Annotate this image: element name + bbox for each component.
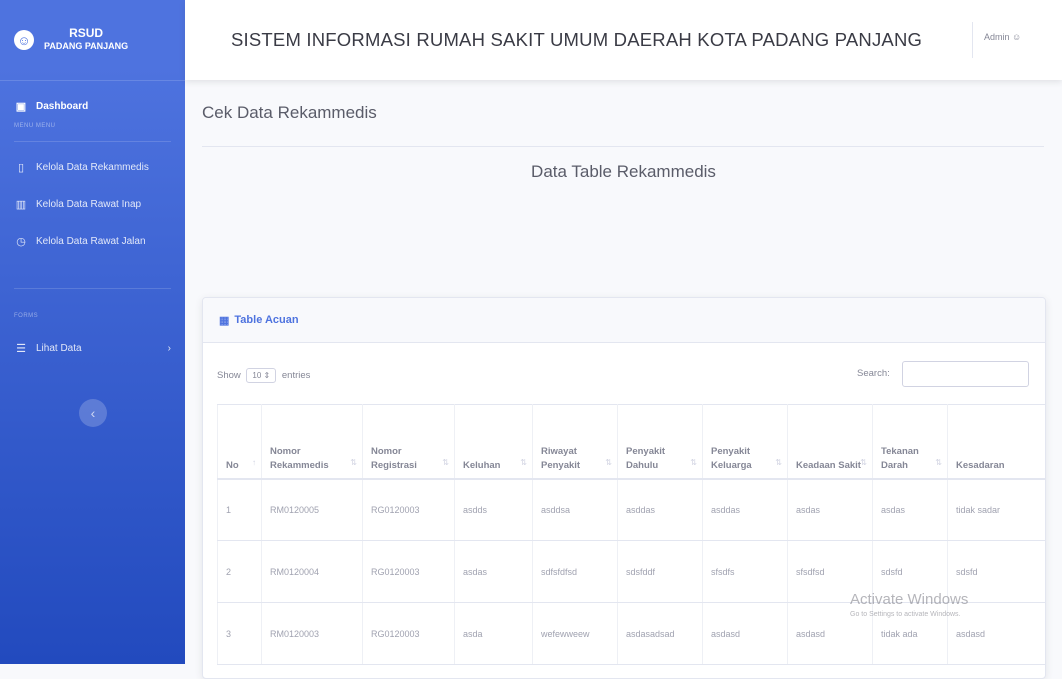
sidebar-item-label: Kelola Data Rawat Jalan [36, 235, 146, 247]
table-icon: ▦ [219, 314, 230, 327]
select-arrows-icon: ⇕ [263, 371, 271, 380]
card-header-title: Table Acuan [234, 314, 299, 326]
show-label: Show [217, 370, 241, 381]
column-header[interactable]: Penyakit Keluarga ⇅ [702, 404, 788, 480]
sort-icon: ⇅ [860, 457, 867, 467]
watermark-line2: Go to Settings to activate Windows. [850, 611, 961, 618]
table-cell: RG0120003 [362, 478, 455, 541]
entries-value: 10 [252, 371, 262, 380]
sidebar-item-label: Dashboard [36, 100, 89, 112]
brand-text: RSUD PADANG PANJANG [44, 27, 128, 53]
table-cell: RG0120003 [362, 540, 455, 603]
column-header[interactable]: Penyakit Dahulu ⇅ [617, 404, 703, 480]
entries-label: entries [281, 370, 311, 381]
entries-control: Show 10 ⇕ entries [217, 368, 310, 383]
sidebar-divider [14, 288, 171, 289]
smile-icon: ☺ [14, 30, 34, 50]
column-header[interactable]: Kesadaran [947, 404, 1045, 480]
clock-icon: ◷ [16, 235, 26, 248]
table-cell: asdas [454, 540, 533, 603]
column-header[interactable]: Keadaan Sakit ⇅ [787, 404, 873, 480]
sidebar-item-label: Lihat Data [36, 342, 82, 354]
sidebar-item-label: Kelola Data Rawat Inap [36, 198, 142, 210]
entries-select[interactable]: 10 ⇕ [246, 368, 277, 383]
page-title: Cek Data Rekammedis [202, 103, 377, 122]
table-cell: RM0120003 [261, 602, 363, 665]
table-cell: asda [454, 602, 533, 665]
user-name: Admin [984, 32, 1010, 42]
column-header[interactable]: Riwayat Penyakit ⇅ [532, 404, 618, 480]
section-title: Data Table Rekammedis [531, 162, 716, 181]
folder-icon: ▯ [17, 161, 25, 174]
column-header[interactable]: No ↑ [217, 404, 262, 480]
user-icon: ☺ [1012, 32, 1022, 42]
column-header[interactable]: Keluhan ⇅ [454, 404, 533, 480]
sidebar-brand[interactable]: ☺ RSUD PADANG PANJANG [0, 0, 185, 81]
table-cell: sdsfddf [617, 540, 703, 603]
chevron-left-icon: ‹ [90, 405, 96, 421]
sort-icon: ⇅ [690, 457, 697, 467]
table-cell: RM0120004 [261, 540, 363, 603]
watermark-line1: Activate Windows [850, 591, 969, 608]
data-table: No ↑ Nomor Rekammedis ⇅ Nomor Registrasi ⇅ … [217, 404, 1045, 665]
table-header-row: No ↑ Nomor Rekammedis ⇅ Nomor Registrasi ⇅ … [217, 404, 1045, 480]
sort-icon: ⇅ [935, 457, 942, 467]
sort-icon: ⇅ [775, 457, 782, 467]
sidebar-item-dashboard[interactable]: ▣ Dashboard [0, 91, 185, 121]
activate-windows-watermark: Activate Windows Go to Settings to activ… [850, 591, 968, 618]
sidebar-item-rawat-jalan[interactable]: ◷ Kelola Data Rawat Jalan [0, 228, 185, 254]
search-label: Search: [857, 368, 890, 379]
column-header[interactable]: Nomor Registrasi ⇅ [362, 404, 455, 480]
table-card: ▦ Table Acuan Show 10 ⇕ entries Search: … [202, 297, 1046, 679]
topbar: SISTEM INFORMASI RUMAH SAKIT UMUM DAERAH… [185, 0, 1062, 80]
sidebar-item-rekammedis[interactable]: ▯ Kelola Data Rekammedis [0, 154, 185, 180]
table-cell: asdds [454, 478, 533, 541]
brand-line1: RSUD [69, 26, 104, 40]
table-icon: ☰ [16, 342, 26, 355]
table-cell: tidak sadar [947, 478, 1045, 541]
table-controls: Show 10 ⇕ entries Search: [203, 343, 1045, 403]
sidebar-item-lihat-data[interactable]: ☰ Lihat Data › [0, 335, 185, 361]
sidebar: ☺ RSUD PADANG PANJANG ▣ Dashboard MENU M… [0, 0, 185, 664]
table-cell: 2 [217, 540, 262, 603]
table-cell: wefewweew [532, 602, 618, 665]
page-divider [202, 146, 1044, 147]
table-cell: asddas [702, 478, 788, 541]
table-cell: asdasadsad [617, 602, 703, 665]
sidebar-item-label: Kelola Data Rekammedis [36, 161, 149, 173]
brand-line2: PADANG PANJANG [44, 41, 129, 51]
topbar-divider [972, 22, 973, 58]
user-menu[interactable]: Admin ☺ [984, 32, 1021, 42]
table-cell: 3 [217, 602, 262, 665]
sort-icon: ⇅ [520, 457, 527, 467]
column-header[interactable]: Nomor Rekammedis ⇅ [261, 404, 363, 480]
chevron-right-icon: › [167, 342, 171, 354]
table-cell: asddsa [532, 478, 618, 541]
table-cell: asdasd [702, 602, 788, 665]
table-cell: sfsdfs [702, 540, 788, 603]
table-cell: asddas [617, 478, 703, 541]
chart-icon: ▥ [15, 198, 27, 211]
card-header: ▦ Table Acuan [203, 298, 1045, 343]
table-cell: sdfsfdfsd [532, 540, 618, 603]
search-input[interactable] [902, 361, 1029, 387]
table-cell: asdas [787, 478, 873, 541]
table-cell: RM0120005 [261, 478, 363, 541]
sort-icon: ⇅ [350, 457, 357, 467]
sidebar-toggle-button[interactable]: ‹ [79, 399, 107, 427]
dashboard-icon: ▣ [15, 100, 27, 113]
sort-icon: ⇅ [605, 457, 612, 467]
column-header[interactable]: Tekanan Darah ⇅ [872, 404, 948, 480]
sidebar-divider [14, 141, 171, 142]
sidebar-heading-menu: MENU MENU [14, 123, 56, 129]
table-cell: asdas [872, 478, 948, 541]
sort-icon: ⇅ [442, 457, 449, 467]
sidebar-item-rawat-inap[interactable]: ▥ Kelola Data Rawat Inap [0, 191, 185, 217]
table-cell: 1 [217, 478, 262, 541]
sidebar-heading-forms: FORMS [14, 313, 39, 319]
table-row: 1 RM0120005 RG0120003 asdds asddsa asdda… [217, 478, 1045, 541]
app-title: SISTEM INFORMASI RUMAH SAKIT UMUM DAERAH… [231, 29, 923, 50]
table-cell: RG0120003 [362, 602, 455, 665]
sort-icon: ↑ [252, 457, 256, 467]
